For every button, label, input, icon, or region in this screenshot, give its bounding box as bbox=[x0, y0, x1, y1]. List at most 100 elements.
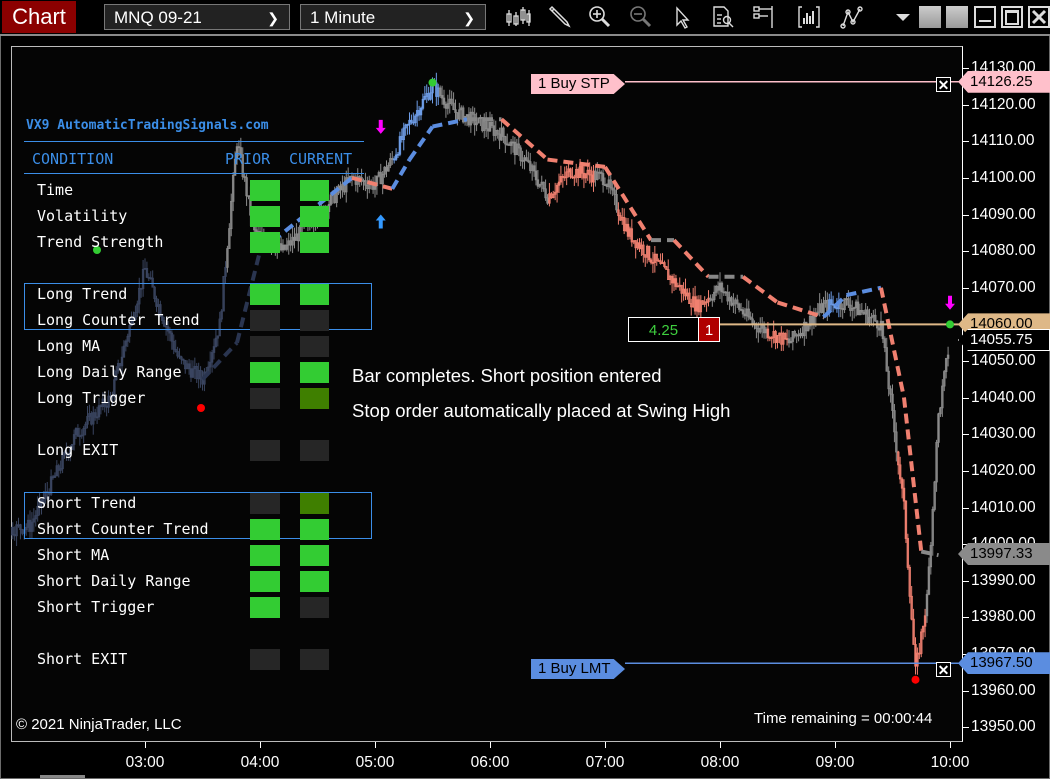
moving-average-segment bbox=[776, 300, 825, 319]
prior-status-indicator bbox=[250, 545, 280, 566]
current-status-indicator bbox=[300, 284, 329, 305]
panel-divider bbox=[24, 141, 364, 142]
condition-row: Short Counter Trend bbox=[24, 517, 364, 543]
position-quantity[interactable]: 1 bbox=[699, 317, 720, 342]
minimize-button[interactable] bbox=[974, 6, 996, 28]
condition-label: Long Trend bbox=[37, 285, 128, 303]
y-tick-label: 14120.00 bbox=[971, 95, 1036, 113]
y-tick-label: 14020.00 bbox=[971, 461, 1036, 479]
condition-label: Long MA bbox=[37, 337, 101, 355]
x-tick-label: 09:00 bbox=[815, 754, 855, 771]
x-tick-label: 07:00 bbox=[585, 754, 625, 771]
y-tick-mark bbox=[963, 361, 969, 363]
data-box-icon[interactable] bbox=[709, 4, 737, 30]
y-tick-mark bbox=[963, 287, 969, 289]
buy-limit-order-label[interactable]: 1 Buy LMT bbox=[531, 659, 625, 679]
condition-label: Short MA bbox=[37, 546, 110, 564]
y-tick-mark bbox=[963, 251, 969, 253]
prior-status-indicator bbox=[250, 310, 280, 331]
prior-status-indicator bbox=[250, 336, 280, 357]
toolbar: Chart MNQ 09-21 ❯ 1 Minute ❯ bbox=[0, 0, 1050, 36]
condition-row: Short EXIT bbox=[24, 647, 364, 673]
cancel-limit-order-button[interactable]: ✕ bbox=[936, 662, 951, 677]
chevron-down-icon: ❯ bbox=[463, 10, 475, 26]
condition-row: Short Trigger bbox=[24, 595, 364, 621]
y-tick-mark bbox=[963, 141, 969, 143]
indicators-icon[interactable] bbox=[838, 4, 866, 30]
close-icon bbox=[1031, 9, 1047, 25]
bar-type-icon[interactable] bbox=[504, 4, 532, 30]
header-current: CURRENT bbox=[289, 150, 353, 168]
moving-average-segment bbox=[672, 238, 710, 279]
buy-stop-order-label[interactable]: 1 Buy STP bbox=[531, 74, 625, 94]
dropdown-menu-icon[interactable] bbox=[892, 6, 914, 28]
moving-average-segment bbox=[407, 125, 435, 161]
x-tick-mark bbox=[145, 742, 146, 748]
maximize-button[interactable] bbox=[1001, 6, 1023, 28]
condition-label: Volatility bbox=[37, 207, 128, 225]
y-tick-mark bbox=[963, 67, 969, 69]
current-status-indicator bbox=[300, 545, 329, 566]
chart-tab[interactable]: Chart bbox=[2, 1, 76, 33]
condition-label: Long Daily Range bbox=[37, 363, 182, 381]
zoom-out-icon[interactable] bbox=[627, 4, 655, 30]
y-tick-mark bbox=[963, 690, 969, 692]
x-tick-label: 03:00 bbox=[125, 754, 165, 771]
zoom-in-icon[interactable] bbox=[586, 4, 614, 30]
limit-price-flag[interactable]: 13967.50 bbox=[958, 652, 1050, 675]
position-pnl[interactable]: 4.25 bbox=[628, 317, 699, 342]
condition-row: Trend Strength bbox=[24, 230, 364, 256]
condition-row: Long Trend bbox=[24, 282, 364, 308]
chart-style-icon[interactable] bbox=[795, 4, 823, 30]
instrument-selector[interactable]: MNQ 09-21 ❯ bbox=[104, 4, 290, 30]
header-prior: PRIOR bbox=[225, 150, 271, 168]
maximize-icon bbox=[1005, 10, 1019, 25]
cancel-stop-order-button[interactable]: ✕ bbox=[936, 77, 951, 92]
y-tick-label: 14090.00 bbox=[971, 205, 1036, 223]
color-swatch-1[interactable] bbox=[919, 6, 941, 28]
y-tick-mark bbox=[963, 397, 969, 399]
current-status-indicator bbox=[300, 206, 329, 227]
ma-price-flag[interactable]: 13997.33 bbox=[958, 542, 1050, 565]
condition-row: Long MA bbox=[24, 334, 364, 360]
condition-row: Short Trend bbox=[24, 491, 364, 517]
current-status-indicator bbox=[300, 232, 329, 253]
current-status-indicator bbox=[300, 571, 329, 592]
chart-trader-icon[interactable] bbox=[750, 4, 778, 30]
prior-status-indicator bbox=[250, 206, 280, 227]
last-price-flag[interactable]: 14055.75 bbox=[958, 328, 1050, 351]
y-tick-mark bbox=[963, 214, 969, 216]
color-swatch-2[interactable] bbox=[946, 6, 968, 28]
horizontal-scrollbar[interactable] bbox=[40, 775, 85, 778]
moving-average-segment bbox=[432, 117, 468, 129]
close-button[interactable] bbox=[1028, 6, 1050, 28]
pointer-icon[interactable] bbox=[668, 4, 696, 30]
draw-pencil-icon[interactable] bbox=[545, 4, 573, 30]
condition-label: Long Counter Trend bbox=[37, 311, 200, 329]
prior-status-indicator bbox=[250, 597, 280, 618]
current-status-indicator bbox=[300, 519, 329, 540]
condition-label: Time bbox=[37, 181, 74, 199]
condition-row: Short MA bbox=[24, 543, 364, 569]
prior-status-indicator bbox=[250, 362, 280, 383]
time-axis[interactable]: 03:00 04:00 05:00 06:00 07:00 08:00 09:00 10:00 bbox=[11, 742, 969, 777]
price-axis[interactable]: 14130.00 14120.00 14110.00 14100.00 14090.00… bbox=[958, 46, 1050, 742]
stop-price-flag[interactable]: 14126.25 bbox=[958, 70, 1050, 93]
interval-selector[interactable]: 1 Minute ❯ bbox=[300, 4, 486, 30]
x-tick-label: 06:00 bbox=[470, 754, 510, 771]
current-status-indicator bbox=[300, 180, 329, 201]
y-tick-label: 14010.00 bbox=[971, 498, 1036, 516]
prior-status-indicator bbox=[250, 440, 280, 461]
y-tick-label: 14030.00 bbox=[971, 425, 1036, 443]
x-tick-mark bbox=[490, 742, 491, 748]
condition-row: Long Daily Range bbox=[24, 360, 364, 386]
y-tick-label: 14110.00 bbox=[971, 132, 1035, 150]
x-tick-mark bbox=[950, 742, 951, 748]
x-tick-mark bbox=[260, 742, 261, 748]
condition-label: Long Trigger bbox=[37, 389, 146, 407]
moving-average-segment bbox=[741, 275, 779, 305]
prior-status-indicator bbox=[250, 493, 280, 514]
interval-value: 1 Minute bbox=[310, 8, 376, 27]
current-status-indicator bbox=[300, 649, 329, 670]
prior-status-indicator bbox=[250, 388, 280, 409]
